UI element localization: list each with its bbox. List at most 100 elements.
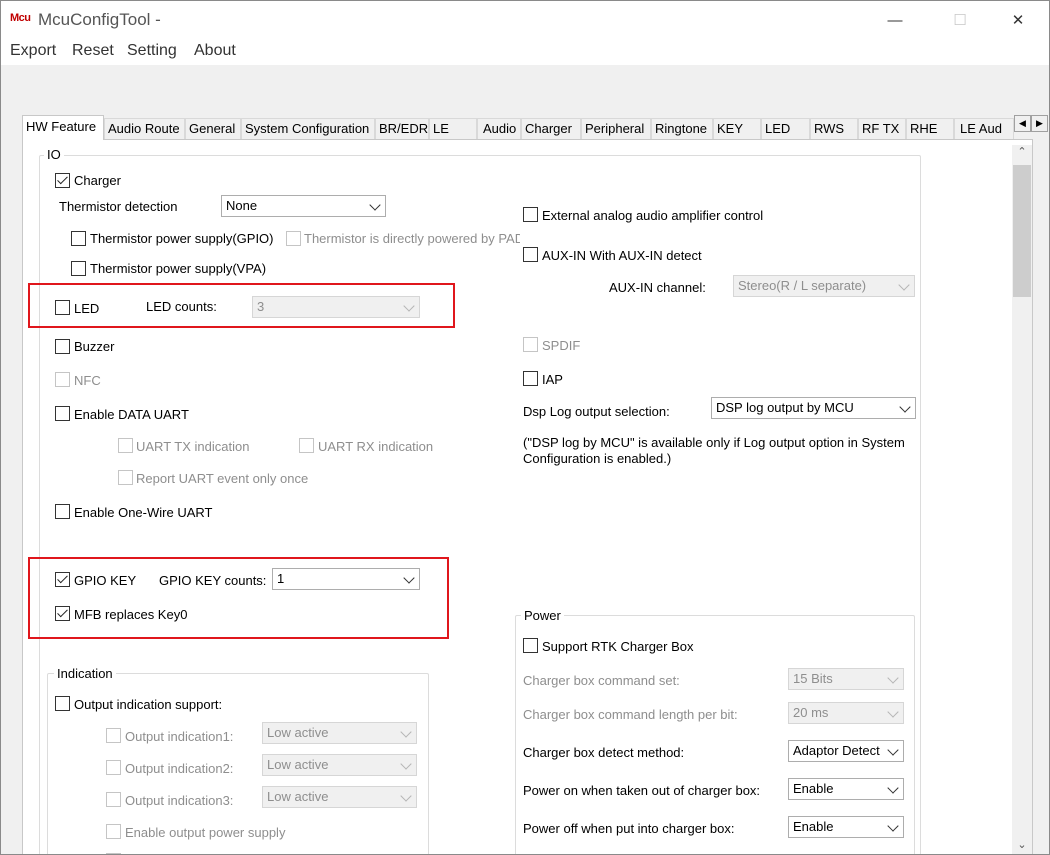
detect-method-label: Charger box detect method:: [523, 745, 685, 760]
chevron-down-icon: [887, 744, 899, 756]
io-group-label: IO: [44, 147, 64, 162]
uart-once-checkbox[interactable]: [118, 470, 133, 485]
power-off-value: Enable: [793, 819, 834, 834]
tab-le-audio[interactable]: LE Aud: [954, 118, 1014, 139]
tab-le[interactable]: LE: [429, 118, 477, 139]
one-wire-uart-checkbox[interactable]: [55, 504, 70, 519]
tab-scroll-right-icon[interactable]: ▶: [1031, 115, 1048, 132]
vertical-scrollbar[interactable]: ⌃ ⌄: [1012, 145, 1032, 854]
chevron-down-icon: [369, 199, 381, 211]
menu-setting[interactable]: Setting: [127, 42, 177, 60]
thermistor-pad-checkbox[interactable]: [286, 231, 301, 246]
dsp-log-label: Dsp Log output selection:: [523, 404, 670, 419]
thermistor-gpio-label: Thermistor power supply(GPIO): [90, 231, 274, 246]
tab-scroll-left-icon[interactable]: ◀: [1014, 115, 1031, 132]
scroll-down-icon[interactable]: ⌄: [1012, 838, 1032, 854]
output-indication1-checkbox[interactable]: [106, 728, 121, 743]
mfb-key0-checkbox[interactable]: [55, 606, 70, 621]
tab-strip: HW Feature Audio Route General System Co…: [22, 115, 1037, 140]
output-indication-support-checkbox[interactable]: [55, 696, 70, 711]
uart-tx-checkbox[interactable]: [118, 438, 133, 453]
thermistor-gpio-checkbox[interactable]: [71, 231, 86, 246]
tab-audio-route[interactable]: Audio Route: [104, 118, 185, 139]
rtk-charger-box-label: Support RTK Charger Box: [542, 639, 694, 654]
output-indication2-value: Low active: [267, 757, 329, 772]
menu-export[interactable]: Export: [10, 42, 56, 60]
chevron-down-icon: [899, 401, 911, 413]
buzzer-label: Buzzer: [74, 339, 115, 354]
minimize-button[interactable]: —: [872, 7, 918, 35]
output-indication2-select[interactable]: Low active: [262, 754, 417, 776]
gpio-key-checkbox[interactable]: [55, 572, 70, 587]
power-group-label: Power: [521, 608, 564, 623]
chevron-down-icon: [403, 572, 415, 584]
gpio-key-counts-select[interactable]: 1: [272, 568, 420, 590]
chevron-down-icon: [887, 820, 899, 832]
scroll-thumb[interactable]: [1013, 165, 1031, 297]
tab-peripheral[interactable]: Peripheral: [581, 118, 651, 139]
gpio-key-counts-value: 1: [277, 571, 285, 586]
chevron-down-icon: [400, 726, 412, 738]
tab-system-configuration[interactable]: System Configuration: [241, 118, 375, 139]
tab-led[interactable]: LED: [761, 118, 810, 139]
tab-rhe[interactable]: RHE: [906, 118, 954, 139]
tab-rf-tx[interactable]: RF TX: [858, 118, 906, 139]
cmd-len-select[interactable]: 20 ms: [788, 702, 904, 724]
dsp-log-select[interactable]: DSP log output by MCU: [711, 397, 916, 419]
aux-channel-select[interactable]: Stereo(R / L separate): [733, 275, 915, 297]
iap-checkbox[interactable]: [523, 371, 538, 386]
tab-audio[interactable]: Audio: [477, 118, 521, 139]
output-indication1-select[interactable]: Low active: [262, 722, 417, 744]
output-indication3-select[interactable]: Low active: [262, 786, 417, 808]
spdif-checkbox[interactable]: [523, 337, 538, 352]
uart-rx-checkbox[interactable]: [299, 438, 314, 453]
dsp-log-value: DSP log output by MCU: [716, 400, 854, 415]
output-indication2-label: Output indication2:: [125, 761, 234, 776]
data-uart-checkbox[interactable]: [55, 406, 70, 421]
tab-hw-feature[interactable]: HW Feature: [22, 115, 104, 140]
chevron-down-icon: [887, 672, 899, 684]
chevron-down-icon: [403, 300, 415, 312]
cmd-len-label: Charger box command length per bit:: [523, 707, 738, 722]
dsp-note-line1: ("DSP log by MCU" is available only if L…: [523, 435, 905, 450]
rtk-charger-box-checkbox[interactable]: [523, 638, 538, 653]
led-counts-select[interactable]: 3: [252, 296, 420, 318]
led-checkbox[interactable]: [55, 300, 70, 315]
tab-general[interactable]: General: [185, 118, 241, 139]
tab-ringtone[interactable]: Ringtone: [651, 118, 713, 139]
tab-key[interactable]: KEY: [713, 118, 761, 139]
aux-in-checkbox[interactable]: [523, 247, 538, 262]
title-bar: Mcu McuConfigTool - — ☐ ✕: [1, 1, 1049, 39]
led-counts-value: 3: [257, 299, 265, 314]
output-indication3-label: Output indication3:: [125, 793, 234, 808]
tab-bredr[interactable]: BR/EDR: [375, 118, 429, 139]
thermistor-detection-select[interactable]: None: [221, 195, 386, 217]
spdif-label: SPDIF: [542, 338, 581, 353]
output-indication3-checkbox[interactable]: [106, 792, 121, 807]
thermistor-vpa-checkbox[interactable]: [71, 261, 86, 276]
close-button[interactable]: ✕: [995, 7, 1041, 35]
chevron-down-icon: [887, 706, 899, 718]
chevron-down-icon: [400, 758, 412, 770]
uart-once-label: Report UART event only once: [136, 471, 309, 486]
tab-rws[interactable]: RWS: [810, 118, 858, 139]
power-on-select[interactable]: Enable: [788, 778, 904, 800]
power-off-select[interactable]: Enable: [788, 816, 904, 838]
thermistor-pad-label: Thermistor is directly powered by PAD: [304, 231, 520, 246]
output-power-supply-checkbox[interactable]: [106, 824, 121, 839]
detect-method-select[interactable]: Adaptor Detect: [788, 740, 904, 762]
charger-checkbox[interactable]: [55, 173, 70, 188]
scroll-up-icon[interactable]: ⌃: [1012, 145, 1032, 163]
uart-rx-label: UART RX indication: [318, 439, 434, 454]
output-indication2-checkbox[interactable]: [106, 760, 121, 775]
buzzer-checkbox[interactable]: [55, 339, 70, 354]
power-on-value: Enable: [793, 781, 834, 796]
nfc-checkbox[interactable]: [55, 372, 70, 387]
cmd-set-select[interactable]: 15 Bits: [788, 668, 904, 690]
menu-about[interactable]: About: [194, 42, 236, 60]
menu-reset[interactable]: Reset: [72, 42, 114, 60]
tab-charger[interactable]: Charger: [521, 118, 581, 139]
led-label: LED: [74, 301, 100, 316]
maximize-button[interactable]: ☐: [937, 7, 983, 35]
ext-amp-checkbox[interactable]: [523, 207, 538, 222]
